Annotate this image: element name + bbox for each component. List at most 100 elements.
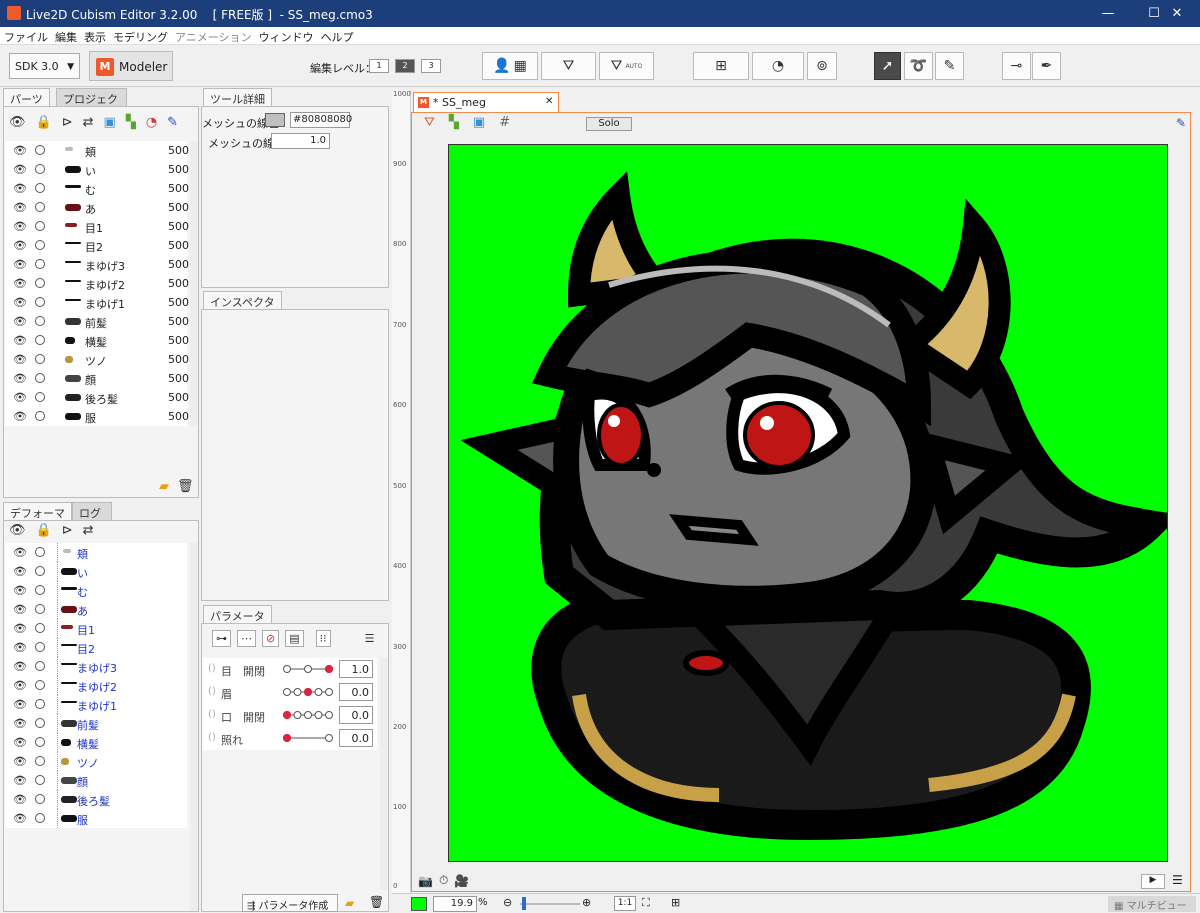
close-tab-icon[interactable]: ✕	[545, 96, 553, 107]
lock-icon[interactable]: 🔒	[36, 115, 52, 130]
eye-icon[interactable]: 👁	[13, 717, 27, 730]
slider-handle[interactable]	[325, 665, 333, 673]
list-item[interactable]: 👁 服	[5, 809, 187, 828]
folder-icon[interactable]: ▰	[159, 479, 169, 494]
eye-icon[interactable]: 👁	[13, 410, 27, 423]
eye-icon[interactable]: 👁	[13, 546, 27, 559]
tab-project[interactable]: プロジェクト	[56, 88, 127, 122]
slider-key[interactable]	[314, 688, 323, 696]
list-item[interactable]: 👁 い 500	[5, 160, 189, 179]
eye-icon[interactable]: 👁	[13, 163, 27, 176]
glue-button[interactable]: ⊚	[807, 52, 837, 80]
lock-toggle[interactable]	[35, 221, 45, 231]
swap-icon[interactable]: ⇄	[83, 523, 94, 538]
eye-icon[interactable]: 👁	[13, 220, 27, 233]
parameter-value-field[interactable]: 0.0	[339, 729, 373, 747]
edit-level-2-button[interactable]: 2	[395, 59, 415, 73]
lock-toggle[interactable]	[35, 278, 45, 288]
lock-toggle[interactable]	[35, 718, 45, 728]
parts-icon[interactable]: ▚	[126, 115, 136, 130]
mesh-icon[interactable]: ▣	[473, 115, 485, 130]
lasso-tool-button[interactable]: ➰	[904, 52, 933, 80]
eye-icon[interactable]: 👁	[13, 641, 27, 654]
add-key-icon[interactable]: ⊶	[212, 630, 231, 647]
list-item[interactable]: 👁 まゆげ1	[5, 695, 187, 714]
eye-icon[interactable]: 👁	[9, 523, 26, 538]
lock-toggle[interactable]	[35, 316, 45, 326]
remove-key-icon[interactable]: ⊘	[262, 630, 280, 647]
multiview-button[interactable]: ▦ マルチビュー	[1108, 896, 1196, 912]
lock-toggle[interactable]	[35, 164, 45, 174]
tab-parameters[interactable]: パラメータ	[203, 605, 272, 623]
parameter-row[interactable]: () 口 開閉 0.0	[203, 704, 377, 727]
eye-icon[interactable]: 👁	[13, 793, 27, 806]
list-item[interactable]: 👁 目2 500	[5, 236, 189, 255]
parameter-value-field[interactable]: 0.0	[339, 683, 373, 701]
zoom-slider-thumb[interactable]	[522, 897, 526, 910]
lock-toggle[interactable]	[35, 585, 45, 595]
actual-size-button[interactable]: 1:1	[614, 896, 636, 911]
slider-key[interactable]	[325, 734, 333, 742]
auto-mesh-button[interactable]: ⛛ AUTO	[599, 52, 654, 80]
list-icon[interactable]: ☰	[1172, 873, 1183, 887]
slider-key[interactable]	[293, 711, 302, 719]
eye-icon[interactable]: 👁	[13, 391, 27, 404]
eye-icon[interactable]: 👁	[13, 258, 27, 271]
slider-key[interactable]	[283, 688, 291, 696]
background-color-swatch[interactable]	[411, 897, 427, 911]
lock-toggle[interactable]	[35, 699, 45, 709]
list-item[interactable]: 👁 まゆげ2	[5, 676, 187, 695]
lock-toggle[interactable]	[35, 202, 45, 212]
parameter-slider[interactable]	[283, 731, 333, 745]
lock-toggle[interactable]	[35, 623, 45, 633]
eye-icon[interactable]: 👁	[13, 736, 27, 749]
list-item[interactable]: 👁 まゆげ2 500	[5, 274, 189, 293]
eye-icon[interactable]: 👁	[13, 584, 27, 597]
grid-icon[interactable]: #	[499, 115, 510, 130]
eyedropper-button[interactable]: ✒	[1032, 52, 1061, 80]
lock-toggle[interactable]	[35, 145, 45, 155]
lock-toggle[interactable]	[35, 756, 45, 766]
solo-button[interactable]: Solo	[586, 117, 632, 131]
list-item[interactable]: 👁 後ろ髪 500	[5, 388, 189, 407]
eye-icon[interactable]: 👁	[13, 334, 27, 347]
lock-toggle[interactable]	[35, 642, 45, 652]
edit-level-1-button[interactable]: 1	[369, 59, 389, 73]
parts-icon[interactable]: ▚	[449, 115, 459, 130]
list-item[interactable]: 👁 まゆげ1 500	[5, 293, 189, 312]
list-item[interactable]: 👁 顔	[5, 771, 187, 790]
deformer-scrollbar[interactable]	[190, 543, 198, 911]
list-item[interactable]: 👁 前髪	[5, 714, 187, 733]
lock-toggle[interactable]	[35, 259, 45, 269]
parameter-row[interactable]: () 目 開閉 1.0	[203, 658, 377, 681]
menu-help[interactable]: ヘルプ	[317, 27, 357, 45]
keyform-icon[interactable]: ▤	[285, 630, 304, 647]
eye-icon[interactable]: 👁	[13, 144, 27, 157]
list-item[interactable]: 👁 服 500	[5, 407, 189, 426]
eye-icon[interactable]: 👁	[13, 315, 27, 328]
menu-view[interactable]: 表示	[80, 27, 109, 45]
list-item[interactable]: 👁 ツノ	[5, 752, 187, 771]
mesh-color-swatch[interactable]	[265, 113, 285, 127]
sdk-version-select[interactable]: SDK 3.0 ▼	[9, 53, 80, 79]
menu-window[interactable]: ウィンドウ	[255, 27, 317, 45]
slider-key[interactable]	[304, 665, 312, 673]
menu-icon[interactable]: ☰	[365, 632, 375, 645]
close-button[interactable]: ✕	[1154, 0, 1200, 27]
menu-edit[interactable]: 編集	[51, 27, 80, 45]
eye-icon[interactable]: 👁	[13, 239, 27, 252]
chevron-right-icon[interactable]: ⊳	[62, 523, 73, 538]
slider-handle[interactable]	[304, 688, 312, 696]
parameter-value-field[interactable]: 1.0	[339, 660, 373, 678]
mesh-width-field[interactable]: 1.0	[271, 133, 330, 149]
eye-icon[interactable]: 👁	[13, 755, 27, 768]
mesh-node-icon[interactable]: ⛛	[424, 115, 435, 130]
play-button[interactable]: ▶	[1141, 874, 1165, 889]
pin-tool-button[interactable]: ⊸	[1002, 52, 1031, 80]
menu-file[interactable]: ファイル	[0, 27, 51, 45]
zoom-in-icon[interactable]: ⊕	[582, 896, 591, 909]
parameters-scrollbar[interactable]	[380, 658, 388, 890]
list-item[interactable]: 👁 顔 500	[5, 369, 189, 388]
eye-icon[interactable]: 👁	[13, 182, 27, 195]
pen-icon[interactable]: ✎	[167, 115, 178, 130]
